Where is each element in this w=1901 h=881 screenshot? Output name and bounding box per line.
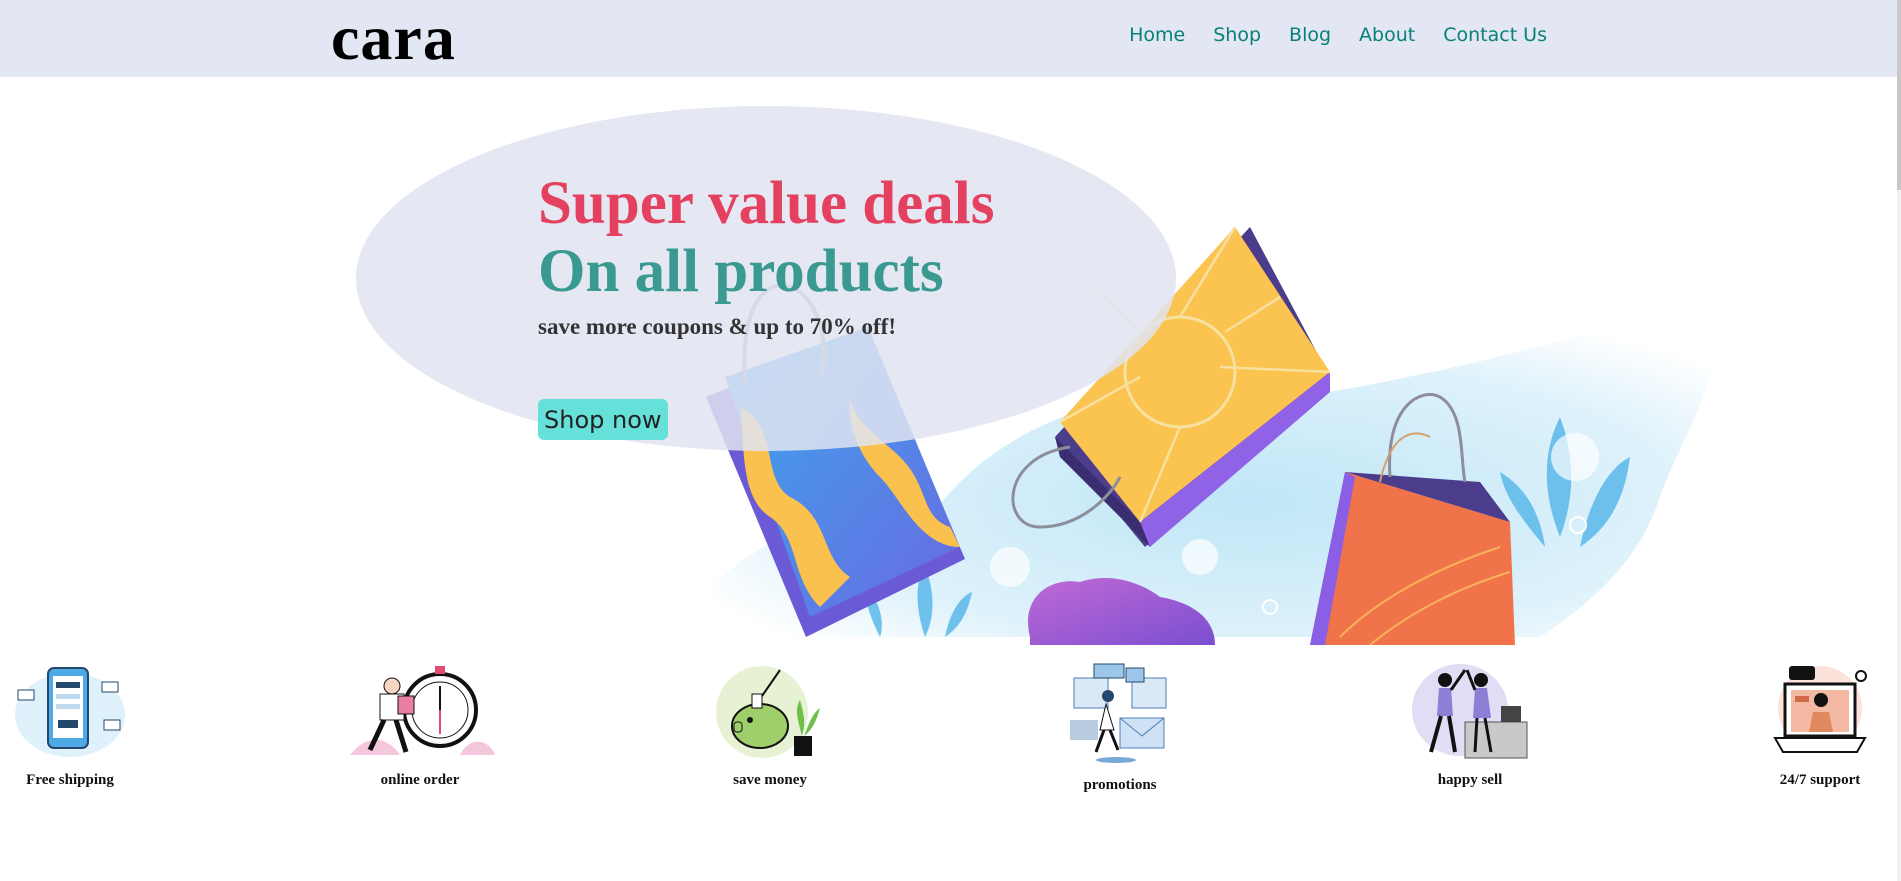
feature-card[interactable]: save money <box>690 660 850 789</box>
support-icon <box>1773 666 1867 753</box>
scrollbar-thumb[interactable] <box>1897 0 1901 190</box>
feature-label: promotions <box>1083 777 1157 793</box>
feature-card[interactable]: 24/7 support <box>1740 660 1900 789</box>
features-section: Free shipping online order save money pr… <box>0 660 1901 800</box>
feature-card[interactable]: Free shipping <box>0 660 150 789</box>
nav-home-link[interactable]: Home <box>1129 24 1185 46</box>
page-scrollbar[interactable] <box>1897 0 1901 881</box>
nav-about-link[interactable]: About <box>1359 24 1415 46</box>
site-header: cara Home Shop Blog About Contact Us <box>0 0 1901 77</box>
online-order-icon <box>350 666 495 755</box>
feature-label: save money <box>733 772 807 788</box>
logo[interactable]: cara <box>331 2 456 74</box>
hero-subtitle: save more coupons & up to 70% off! <box>538 314 896 339</box>
feature-card[interactable]: happy sell <box>1390 660 1550 789</box>
shop-now-button[interactable]: Shop now <box>538 399 668 440</box>
feature-label: happy sell <box>1437 772 1503 788</box>
feature-card[interactable]: promotions <box>1040 660 1200 794</box>
nav-contact-link[interactable]: Contact Us <box>1443 24 1547 46</box>
free-shipping-icon <box>15 667 125 757</box>
happy-sell-icon <box>1412 664 1528 759</box>
hero-title-primary: Super value deals <box>538 170 995 237</box>
feature-card[interactable]: online order <box>340 660 500 789</box>
feature-label: online order <box>380 772 460 788</box>
hero-section: Super value deals On all products save m… <box>0 77 1901 645</box>
piggy-bank-icon <box>716 666 820 758</box>
feature-label: Free shipping <box>26 772 114 788</box>
main-nav: Home Shop Blog About Contact Us <box>1129 24 1547 46</box>
nav-shop-link[interactable]: Shop <box>1213 24 1261 46</box>
hero-title-secondary: On all products <box>538 238 944 305</box>
feature-label: 24/7 support <box>1779 772 1861 788</box>
promotions-icon <box>1070 663 1167 763</box>
nav-blog-link[interactable]: Blog <box>1289 24 1331 46</box>
